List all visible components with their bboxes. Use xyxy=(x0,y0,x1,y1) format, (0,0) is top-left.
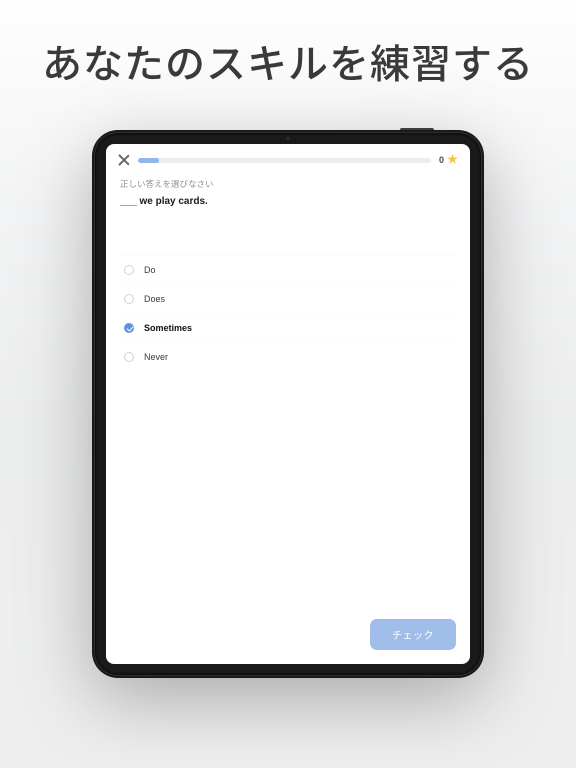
options-list: Do Does Sometimes Never xyxy=(106,215,470,371)
score-value: 0 xyxy=(439,155,444,165)
radio-check-icon xyxy=(124,323,134,333)
page-title: あなたのスキルを練習する xyxy=(0,0,576,90)
camera-dot xyxy=(286,136,291,141)
option-label: Does xyxy=(144,294,165,304)
star-icon: ★ xyxy=(447,155,458,166)
tablet-frame: 0 ★ 正しい答えを選びなさい ___ we play cards. Do Do… xyxy=(92,130,484,678)
option-label: Do xyxy=(144,265,156,275)
progress-bar xyxy=(138,158,431,163)
radio-icon xyxy=(124,352,134,362)
option-never[interactable]: Never xyxy=(120,342,456,371)
app-screen: 0 ★ 正しい答えを選びなさい ___ we play cards. Do Do… xyxy=(106,144,470,664)
score-display: 0 ★ xyxy=(439,155,458,166)
close-icon[interactable] xyxy=(118,154,130,166)
quiz-header: 0 ★ xyxy=(106,144,470,172)
progress-fill xyxy=(138,158,159,163)
radio-icon xyxy=(124,294,134,304)
option-label: Never xyxy=(144,352,168,362)
option-sometimes[interactable]: Sometimes xyxy=(120,313,456,342)
check-button[interactable]: チェック xyxy=(370,619,456,650)
question-text: ___ we play cards. xyxy=(106,194,470,215)
tablet-device: 0 ★ 正しい答えを選びなさい ___ we play cards. Do Do… xyxy=(92,130,484,678)
radio-icon xyxy=(124,265,134,275)
option-label: Sometimes xyxy=(144,323,192,333)
option-do[interactable]: Do xyxy=(120,255,456,284)
instruction-text: 正しい答えを選びなさい xyxy=(106,172,470,194)
option-does[interactable]: Does xyxy=(120,284,456,313)
